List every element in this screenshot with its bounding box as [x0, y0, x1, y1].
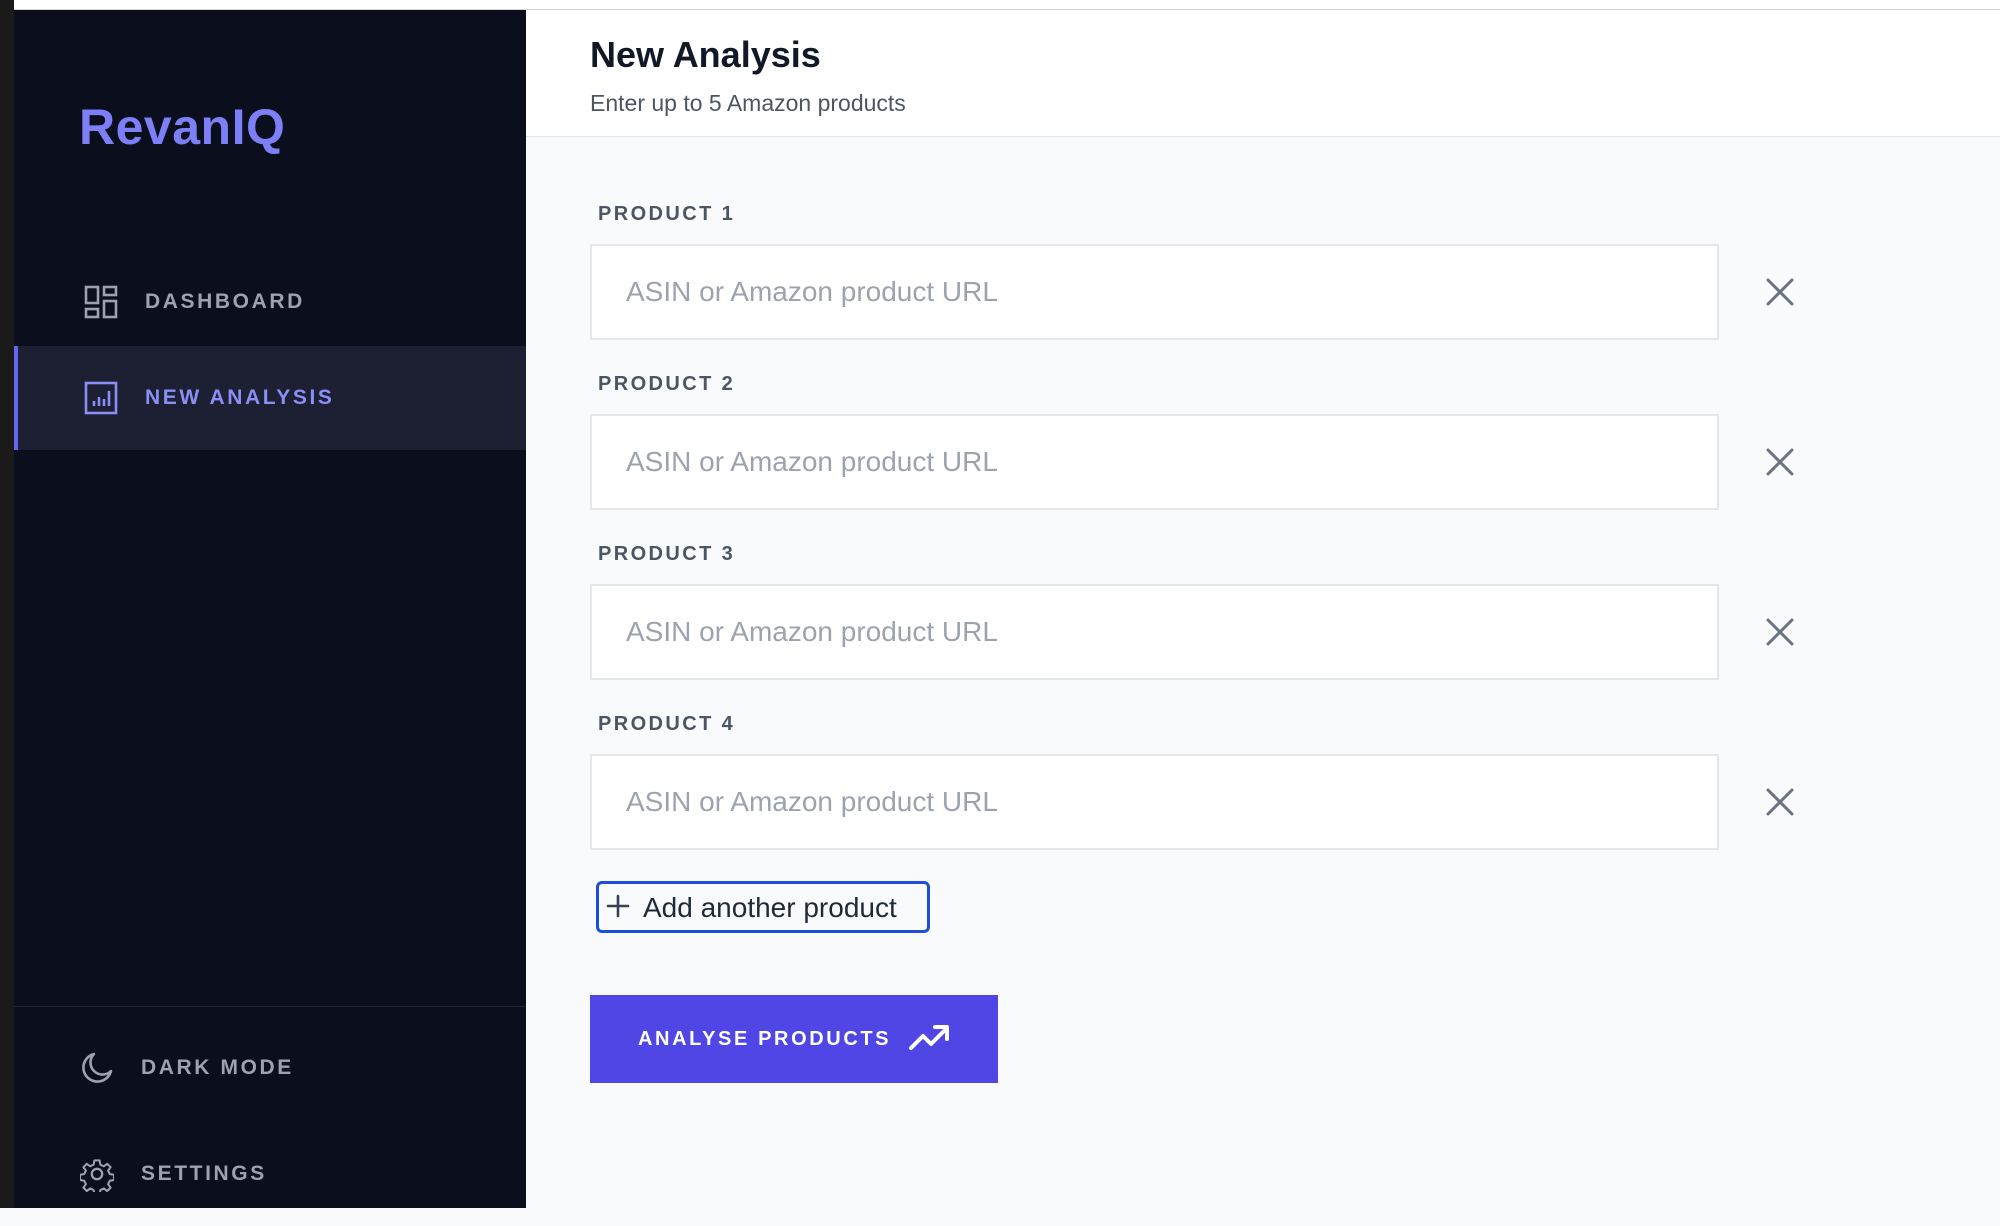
- product-2-input[interactable]: [590, 414, 1719, 510]
- sidebar-item-dashboard[interactable]: DASHBOARD: [14, 250, 526, 354]
- page-header: New Analysis Enter up to 5 Amazon produc…: [526, 10, 2000, 137]
- plus-icon: [606, 894, 630, 918]
- product-3-input[interactable]: [590, 584, 1719, 680]
- add-product-button[interactable]: Add another product: [596, 881, 930, 933]
- product-3-label: PRODUCT 3: [598, 543, 736, 565]
- sidebar-item-label: SETTINGS: [141, 1162, 267, 1185]
- analyse-products-button[interactable]: ANALYSE PRODUCTS: [590, 995, 998, 1083]
- add-product-label: Add another product: [643, 892, 897, 923]
- sidebar-divider: [14, 1006, 526, 1007]
- sidebar-item-label: DASHBOARD: [145, 290, 305, 313]
- product-1-input[interactable]: [590, 244, 1719, 340]
- close-icon: [1766, 618, 1794, 646]
- sidebar-item-new-analysis[interactable]: NEW ANALYSIS: [14, 346, 526, 450]
- product-1-label: PRODUCT 1: [598, 203, 736, 225]
- brand-logo[interactable]: RevanIQ: [79, 98, 285, 156]
- dashboard-grid-icon: [84, 285, 118, 319]
- window-edge: [0, 0, 14, 1208]
- app-window: RevanIQ DASHBOARD NEW ANALYSIS DARK MODE…: [0, 0, 2000, 1208]
- product-4-input[interactable]: [590, 754, 1719, 850]
- product-4-label: PRODUCT 4: [598, 713, 736, 735]
- bar-chart-square-icon: [84, 381, 118, 415]
- remove-product-2-button[interactable]: [1758, 440, 1802, 484]
- close-icon: [1766, 278, 1794, 306]
- analyse-products-label: ANALYSE PRODUCTS: [638, 1028, 892, 1050]
- dark-mode-toggle[interactable]: DARK MODE: [14, 1016, 526, 1120]
- trending-up-icon: [909, 1025, 949, 1050]
- sidebar-item-label: NEW ANALYSIS: [145, 386, 335, 409]
- close-icon: [1766, 788, 1794, 816]
- product-2-label: PRODUCT 2: [598, 373, 736, 395]
- page-subtitle: Enter up to 5 Amazon products: [590, 90, 906, 116]
- remove-product-4-button[interactable]: [1758, 780, 1802, 824]
- remove-product-1-button[interactable]: [1758, 270, 1802, 314]
- page-title: New Analysis: [590, 34, 821, 75]
- window-top-edge: [14, 0, 2000, 10]
- close-icon: [1766, 448, 1794, 476]
- moon-icon: [80, 1051, 114, 1085]
- dark-mode-label: DARK MODE: [141, 1056, 294, 1079]
- analysis-form: PRODUCT 1 PRODUCT 2 PRODUCT 3 PRODUCT 4: [526, 137, 2000, 1208]
- gear-icon: [80, 1157, 114, 1192]
- sidebar: RevanIQ DASHBOARD NEW ANALYSIS DARK MODE…: [14, 10, 526, 1208]
- sidebar-item-settings[interactable]: SETTINGS: [14, 1122, 526, 1226]
- remove-product-3-button[interactable]: [1758, 610, 1802, 654]
